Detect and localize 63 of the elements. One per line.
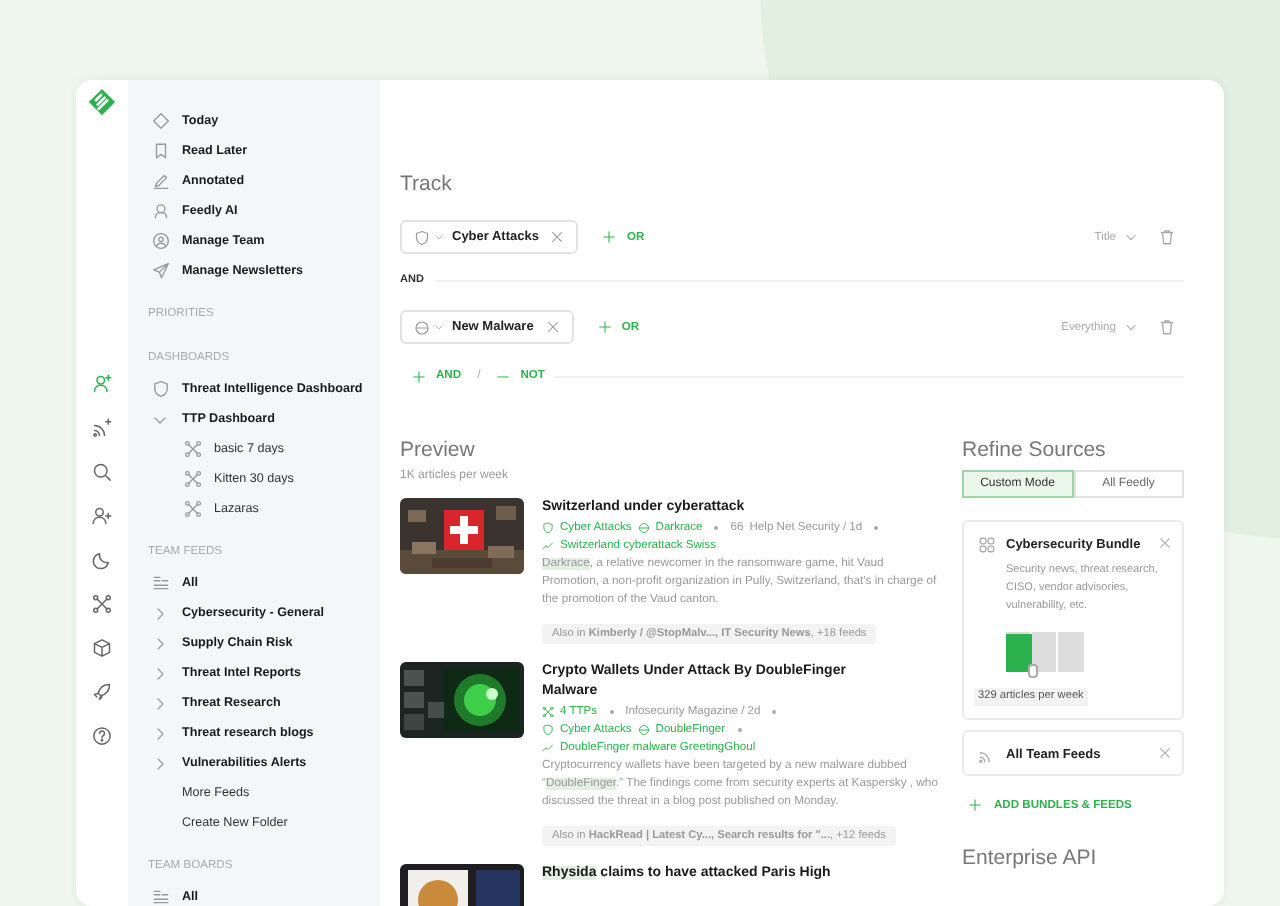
logo-icon[interactable] bbox=[88, 88, 116, 116]
paper-plane-icon bbox=[152, 262, 170, 280]
chevron-down-icon[interactable] bbox=[434, 232, 444, 242]
list-icon bbox=[152, 888, 170, 906]
chevron-down-icon[interactable] bbox=[1124, 230, 1138, 244]
person-circle-icon bbox=[152, 232, 170, 250]
chevron-down-icon[interactable] bbox=[1124, 320, 1138, 334]
chevron-right-icon[interactable] bbox=[152, 635, 168, 651]
separator-dot bbox=[609, 709, 614, 713]
shield-icon bbox=[542, 723, 554, 735]
separator-dot bbox=[714, 525, 719, 529]
shield-icon bbox=[414, 229, 430, 245]
crossed-arrows-icon bbox=[542, 705, 554, 717]
cube-icon[interactable] bbox=[92, 638, 112, 658]
trash-icon[interactable] bbox=[1158, 318, 1176, 336]
close-icon[interactable] bbox=[550, 230, 565, 244]
minus-circle-icon bbox=[637, 521, 650, 533]
slider-track[interactable] bbox=[1006, 632, 1084, 672]
close-icon[interactable] bbox=[1158, 746, 1172, 760]
shield-icon bbox=[542, 521, 554, 533]
chevron-right-icon[interactable] bbox=[152, 665, 168, 681]
crossed-arrows-icon[interactable] bbox=[92, 594, 112, 614]
chevron-down-icon[interactable] bbox=[434, 322, 444, 332]
trend-line-icon bbox=[542, 741, 554, 753]
section-title: Refine Sources bbox=[962, 436, 1108, 464]
feed-plus-icon[interactable] bbox=[92, 418, 112, 438]
chevron-right-icon[interactable] bbox=[152, 605, 168, 621]
plus-icon[interactable] bbox=[412, 369, 426, 383]
chevron-right-icon[interactable] bbox=[152, 695, 168, 711]
separator-dot bbox=[874, 525, 879, 529]
bookmark-icon bbox=[152, 142, 170, 160]
pen-icon bbox=[152, 172, 170, 190]
section-title: Track bbox=[400, 170, 454, 198]
person-plus-icon[interactable] bbox=[92, 374, 112, 394]
rocket-icon[interactable] bbox=[92, 682, 112, 702]
plus-icon[interactable] bbox=[602, 230, 617, 244]
crossed-arrows-icon bbox=[184, 470, 202, 488]
person-plus-icon[interactable] bbox=[92, 506, 112, 526]
rss-icon bbox=[978, 746, 996, 764]
shield-icon bbox=[152, 380, 170, 398]
crossed-arrows-icon bbox=[184, 440, 202, 458]
section-title: Enterprise API bbox=[962, 844, 1099, 872]
separator-dot bbox=[772, 709, 777, 713]
chevron-right-icon[interactable] bbox=[152, 725, 168, 741]
separator-dot bbox=[737, 727, 742, 731]
close-icon[interactable] bbox=[545, 320, 560, 334]
trash-icon[interactable] bbox=[1158, 228, 1176, 246]
moon-icon[interactable] bbox=[92, 550, 112, 570]
chevron-right-icon[interactable] bbox=[152, 755, 168, 771]
diamond-icon bbox=[152, 112, 170, 130]
help-icon[interactable] bbox=[92, 726, 112, 746]
minus-circle-icon bbox=[414, 319, 430, 335]
plus-icon[interactable] bbox=[968, 798, 982, 812]
grid-icon bbox=[978, 536, 996, 554]
slider-thumb[interactable] bbox=[1027, 664, 1038, 678]
crossed-arrows-icon bbox=[184, 500, 202, 518]
list-icon bbox=[152, 574, 170, 592]
close-icon[interactable] bbox=[1158, 536, 1172, 550]
search-icon[interactable] bbox=[92, 462, 112, 482]
section-title: Preview bbox=[400, 436, 477, 464]
trend-line-icon bbox=[542, 539, 554, 551]
plus-icon[interactable] bbox=[597, 320, 612, 334]
minus-circle-icon bbox=[637, 723, 650, 735]
